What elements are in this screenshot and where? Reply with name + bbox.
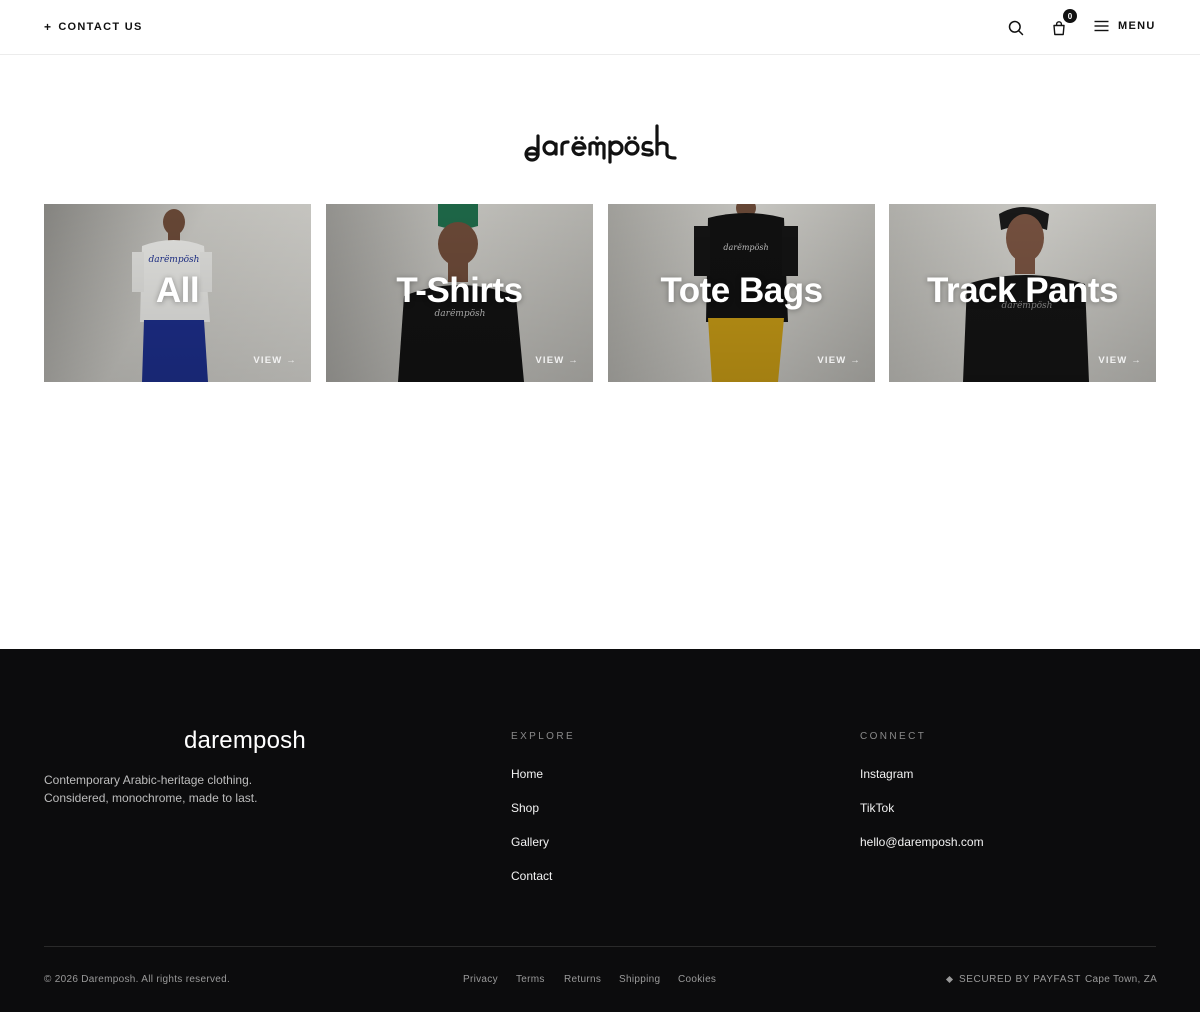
footer-link-tiktok[interactable]: TikTok [860,801,894,815]
category-tile-track-pants[interactable]: darëmpösh Track Pants VIEW → [889,204,1156,382]
view-link[interactable]: VIEW → [817,355,861,366]
search-button[interactable] [1004,16,1028,40]
secured-label: SECURED BY PAYFAST [959,974,1081,985]
diamond-icon [945,975,954,984]
footer-link-gallery[interactable]: Gallery [511,835,549,849]
footer-tagline: Contemporary Arabic-heritage clothing. C… [44,771,304,807]
copyright: © 2026 Daremposh. All rights reserved. [44,974,231,985]
cart-button[interactable]: 0 [1047,9,1077,40]
tagline-line-1: Contemporary Arabic-heritage clothing. [44,773,253,787]
connect-heading: CONNECT [860,731,927,742]
secured-badge: SECURED BY PAYFAST [945,974,1081,985]
footer-link-instagram[interactable]: Instagram [860,767,913,781]
view-link[interactable]: VIEW → [535,355,579,366]
category-tile-tote-bags[interactable]: darëmpösh Tote Bags VIEW → [608,204,875,382]
category-title: All [155,271,200,310]
footer-link-shop[interactable]: Shop [511,801,539,815]
category-tile-all[interactable]: darëmpösh All VIEW → [44,204,311,382]
footer-divider [44,946,1156,947]
site-header: + CONTACT US 0 MENU [0,0,1200,55]
category-grid: darëmpösh All VIEW → darëmpösh T-Shirts … [44,204,1156,382]
footer-brand[interactable]: daremposh [184,727,306,755]
explore-heading: EXPLORE [511,731,576,742]
shopping-bag-icon [1053,21,1065,36]
tagline-line-2: Considered, monochrome, made to last. [44,791,258,805]
contact-us-link[interactable]: + CONTACT US [44,20,143,34]
category-title: Tote Bags [660,271,823,310]
footer-link-email[interactable]: hello@daremposh.com [860,835,984,849]
cart-count-badge: 0 [1063,9,1077,23]
legal-link-privacy[interactable]: Privacy [463,974,498,985]
search-icon [1008,20,1024,36]
legal-link-terms[interactable]: Terms [516,974,545,985]
view-link[interactable]: VIEW → [253,355,297,366]
menu-button[interactable]: MENU [1094,20,1156,32]
legal-link-returns[interactable]: Returns [564,974,601,985]
view-link[interactable]: VIEW → [1098,355,1142,366]
legal-link-shipping[interactable]: Shipping [619,974,660,985]
category-title: Track Pants [927,271,1119,310]
footer-link-contact[interactable]: Contact [511,869,552,883]
location: Cape Town, ZA [1085,974,1158,985]
hamburger-icon [1094,20,1109,32]
legal-link-cookies[interactable]: Cookies [678,974,716,985]
menu-label: MENU [1118,20,1156,32]
plus-icon: + [44,20,53,34]
brand-logo[interactable] [518,118,682,168]
category-tile-t-shirts[interactable]: darëmpösh T-Shirts VIEW → [326,204,593,382]
category-title: T-Shirts [396,271,523,310]
contact-us-label: CONTACT US [58,21,143,33]
site-footer: daremposh Contemporary Arabic-heritage c… [0,649,1200,1012]
footer-link-home[interactable]: Home [511,767,543,781]
